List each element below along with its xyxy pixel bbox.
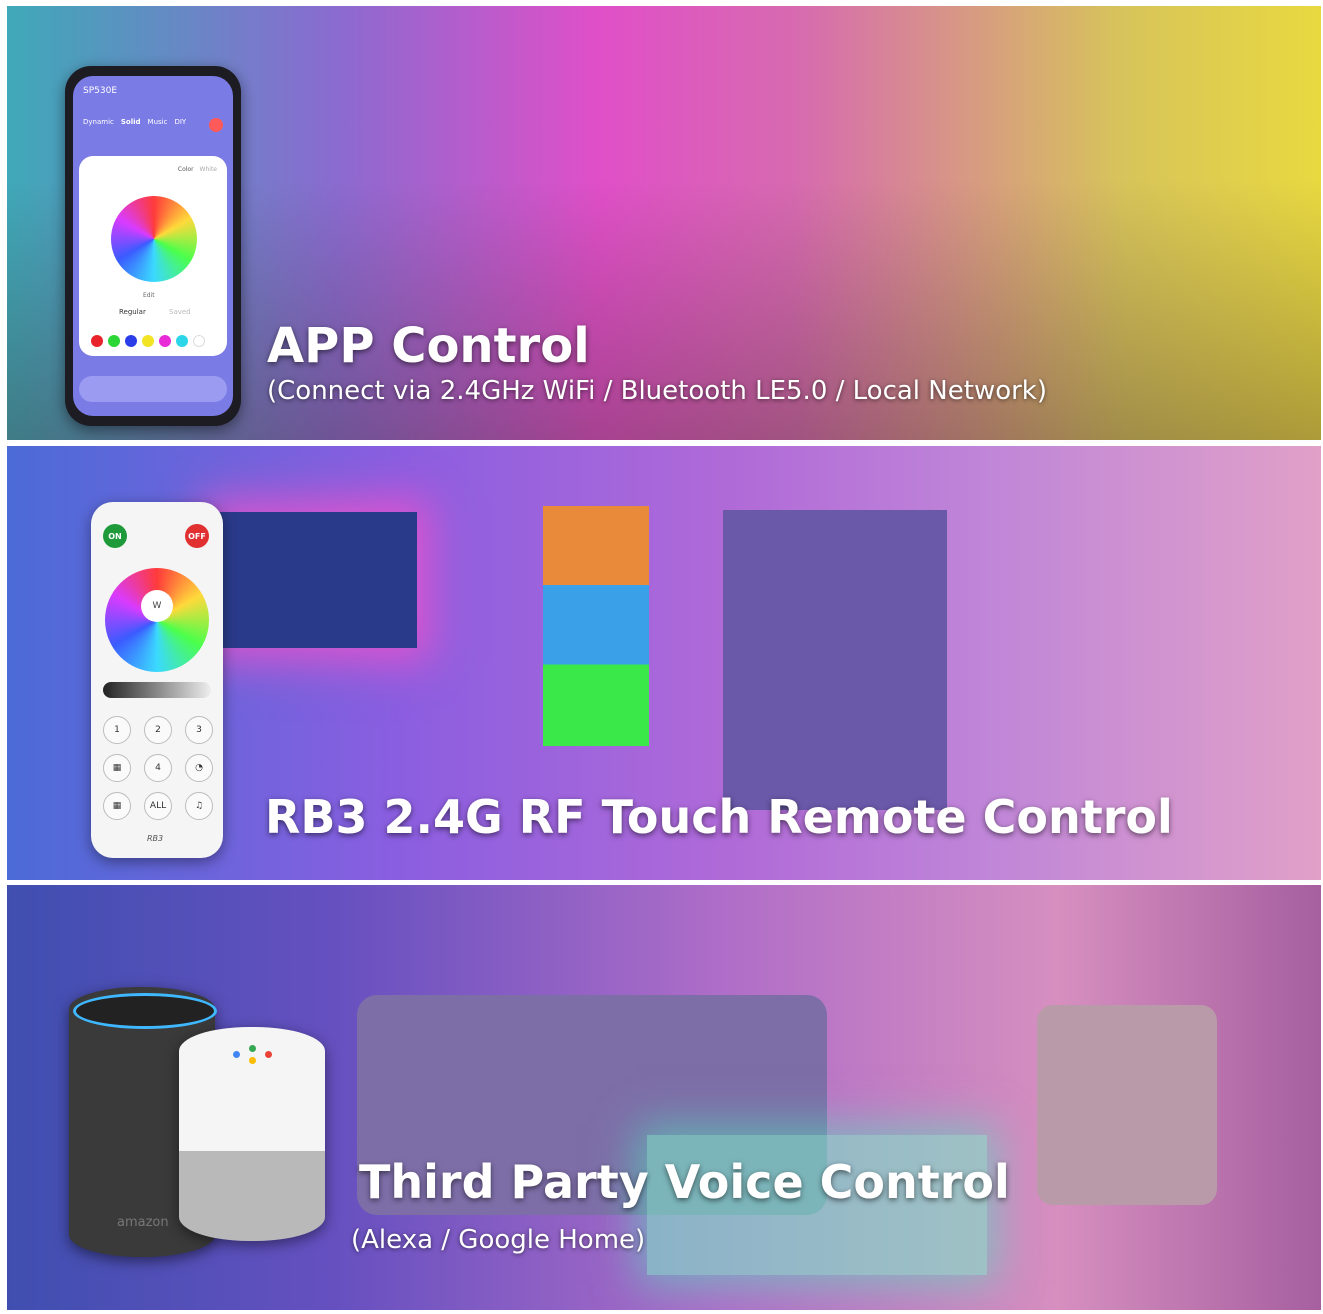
color-swatches	[91, 332, 210, 351]
remote-control-panel: ON OFF W 1 2 3 ▦ 4 ◔ ▦ ALL ♫ RB3 RB3 2.4…	[7, 446, 1321, 880]
power-icon	[209, 118, 223, 132]
color-card: Color White Edit Regular Saved	[79, 156, 227, 356]
google-home-image	[179, 1027, 325, 1241]
mode-key-2-icon: ▦	[103, 792, 131, 820]
off-button-image: OFF	[185, 524, 209, 548]
echo-brand: amazon	[117, 1215, 169, 1230]
swatch-yellow	[142, 335, 154, 347]
regular-label: Regular	[119, 308, 146, 316]
shelf-image	[543, 506, 649, 746]
tab-solid: Solid	[120, 118, 141, 126]
app-control-title: APP Control	[267, 318, 590, 374]
edit-link: Edit	[143, 292, 155, 299]
armchair-image	[1037, 1005, 1217, 1205]
swatch-blue	[125, 335, 137, 347]
google-dot-yellow	[249, 1057, 256, 1064]
swatch-cyan	[176, 335, 188, 347]
remote-control-title: RB3 2.4G RF Touch Remote Control	[265, 790, 1173, 844]
key-3: 3	[185, 716, 213, 744]
swatch-white	[193, 335, 205, 347]
brightness-bar	[79, 376, 227, 402]
white-button-image: W	[141, 590, 173, 622]
tab-dynamic: Dynamic	[83, 118, 114, 126]
color-wheel	[111, 196, 197, 282]
brightness-slider-image	[103, 682, 211, 698]
smartphone-image: SP530E Dynamic Solid Music DIY Color Whi…	[65, 66, 241, 426]
all-key: ALL	[144, 792, 172, 820]
swatch-green	[108, 335, 120, 347]
google-dot-red	[265, 1051, 272, 1058]
tab-color: Color	[177, 166, 194, 173]
app-control-subtitle: (Connect via 2.4GHz WiFi / Bluetooth LE5…	[267, 376, 1047, 406]
app-tabs: Dynamic Solid Music DIY	[83, 118, 186, 126]
app-control-panel: SP530E Dynamic Solid Music DIY Color Whi…	[7, 6, 1321, 440]
tab-diy: DIY	[174, 118, 187, 126]
fridge-image	[723, 510, 947, 810]
remote-model: RB3	[147, 834, 164, 843]
voice-control-panel: amazon Third Party Voice Control (Alexa …	[7, 885, 1321, 1310]
speed-key-icon: ◔	[185, 754, 213, 782]
tab-white: White	[199, 166, 217, 173]
mode-key-icon: ▦	[103, 754, 131, 782]
google-dot-blue	[233, 1051, 240, 1058]
voice-control-subtitle: (Alexa / Google Home)	[351, 1225, 646, 1255]
remote-color-wheel: W	[105, 568, 209, 672]
on-button-image: ON	[103, 524, 127, 548]
key-1: 1	[103, 716, 131, 744]
echo-light-ring	[73, 993, 217, 1029]
tv-image	[213, 512, 417, 648]
key-4: 4	[144, 754, 172, 782]
key-2: 2	[144, 716, 172, 744]
remote-image: ON OFF W 1 2 3 ▦ 4 ◔ ▦ ALL ♫ RB3	[91, 502, 223, 858]
swatch-magenta	[159, 335, 171, 347]
google-dot-green	[249, 1045, 256, 1052]
mode-tabs: Color White	[178, 166, 217, 173]
tab-music: Music	[147, 118, 168, 126]
app-screen: SP530E Dynamic Solid Music DIY Color Whi…	[73, 76, 233, 416]
music-key-icon: ♫	[185, 792, 213, 820]
swatch-red	[91, 335, 103, 347]
device-name: SP530E	[83, 86, 118, 96]
voice-control-title: Third Party Voice Control	[359, 1155, 1010, 1209]
saved-label: Saved	[169, 308, 191, 316]
